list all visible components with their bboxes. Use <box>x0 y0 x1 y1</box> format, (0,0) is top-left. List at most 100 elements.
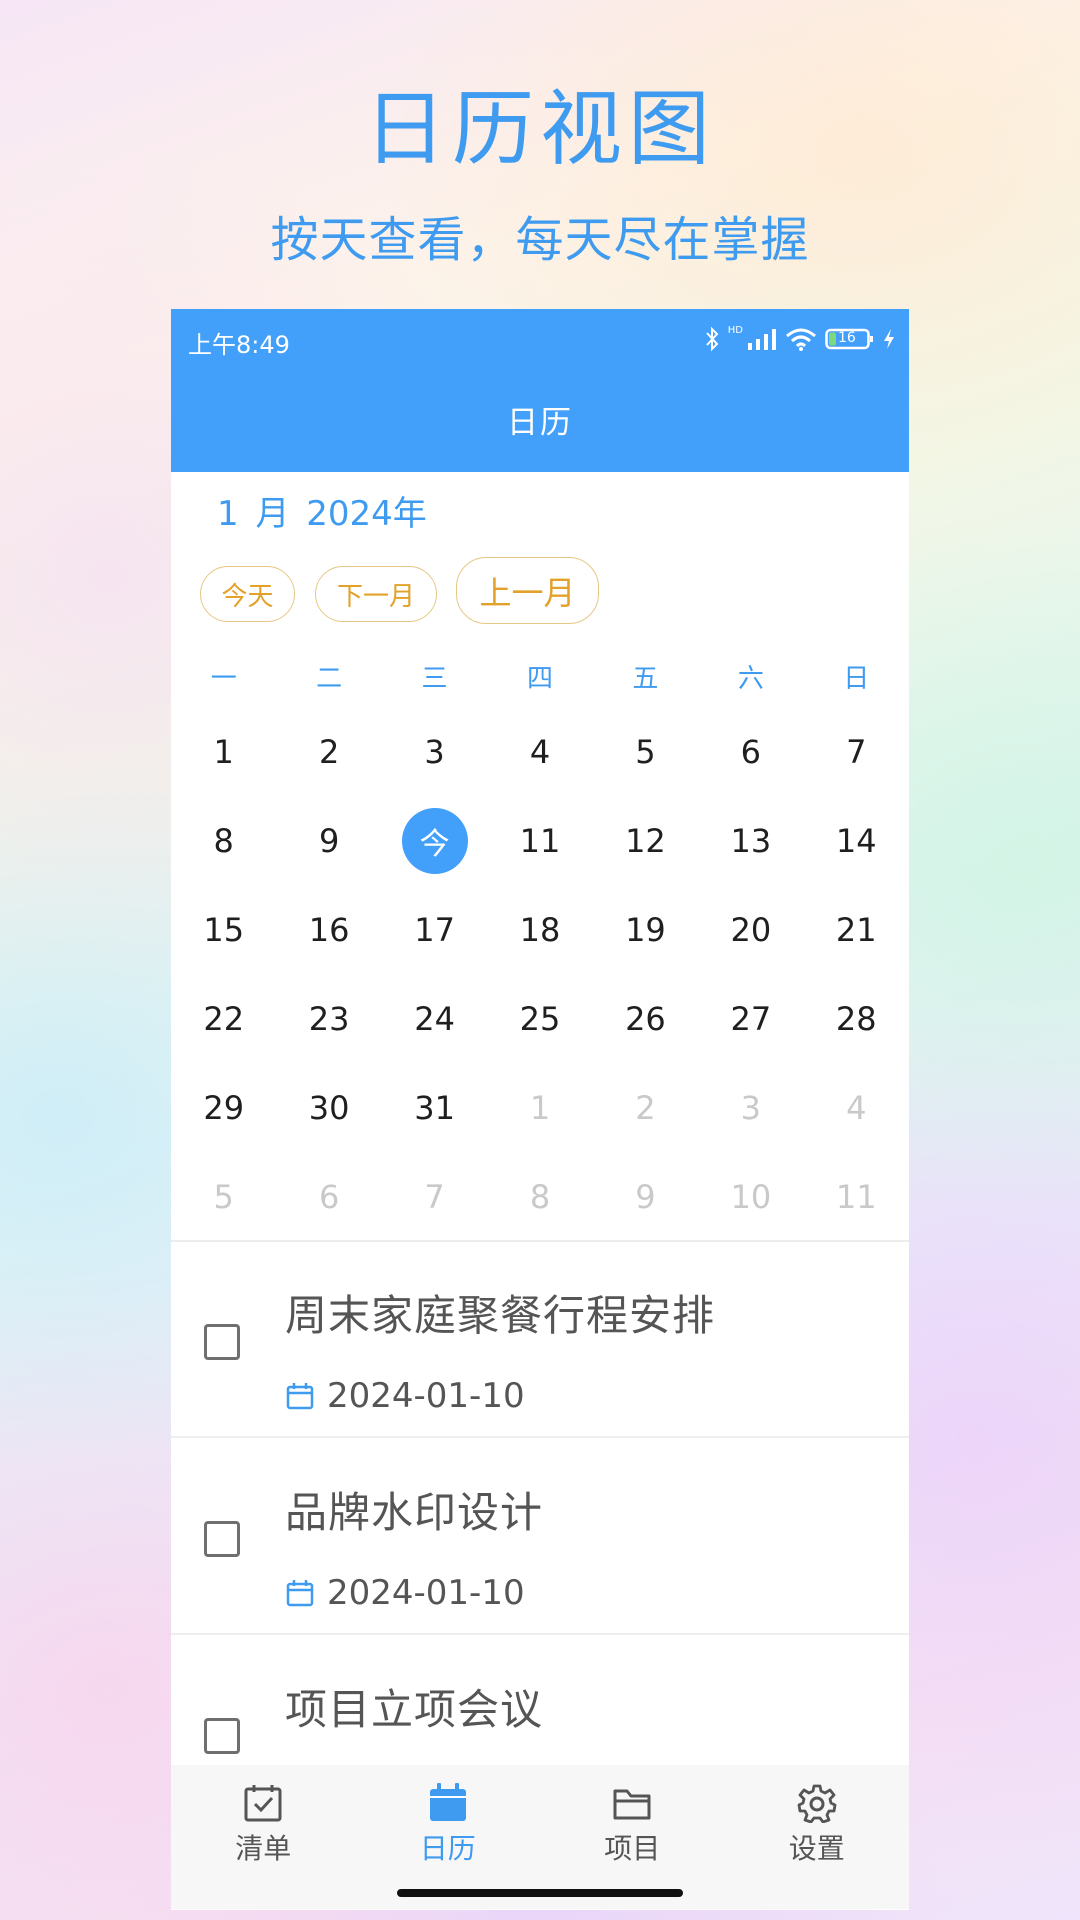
calendar-day[interactable]: 14 <box>804 796 909 885</box>
calendar-day-today[interactable]: 今 <box>382 796 487 885</box>
calendar-day[interactable]: 24 <box>382 974 487 1063</box>
calendar-day[interactable]: 18 <box>487 885 592 974</box>
calendar-day[interactable]: 28 <box>804 974 909 1063</box>
calendar-day-label: 30 <box>308 1088 350 1127</box>
task-date-row: 2024-01-10 <box>285 1376 525 1416</box>
calendar-day[interactable]: 5 <box>593 707 698 796</box>
calendar-day[interactable]: 9 <box>276 796 381 885</box>
calendar-day[interactable]: 6 <box>698 707 803 796</box>
calendar-day[interactable]: 3 <box>698 1063 803 1152</box>
tab-label: 清单 <box>235 1832 292 1865</box>
calendar-day[interactable]: 8 <box>171 796 276 885</box>
task-item[interactable]: 品牌水印设计 2024-01-10 <box>171 1439 909 1635</box>
checklist-icon <box>244 1785 282 1822</box>
wifi-icon <box>786 328 816 351</box>
calendar-day-label: 23 <box>308 999 350 1038</box>
calendar-day[interactable]: 29 <box>171 1063 276 1152</box>
calendar-day[interactable]: 10 <box>698 1152 803 1241</box>
calendar-day[interactable]: 2 <box>276 707 381 796</box>
calendar-day[interactable]: 16 <box>276 885 381 974</box>
calendar-day[interactable]: 5 <box>171 1152 276 1241</box>
tab-calendar[interactable]: 日历 <box>356 1765 541 1909</box>
calendar-day[interactable]: 4 <box>487 707 592 796</box>
task-title: 周末家庭聚餐行程安排 <box>285 1291 716 1340</box>
status-icons: HD 16 <box>704 323 895 355</box>
weekday-label: 日 <box>843 664 870 694</box>
calendar-day[interactable]: 21 <box>804 885 909 974</box>
calendar-day-label: 1 <box>213 732 234 771</box>
task-checkbox[interactable] <box>204 1718 240 1754</box>
calendar-day[interactable]: 25 <box>487 974 592 1063</box>
calendar-day[interactable]: 12 <box>593 796 698 885</box>
tab-settings[interactable]: 设置 <box>725 1765 910 1909</box>
calendar-day[interactable]: 7 <box>382 1152 487 1241</box>
promo-headline: 日历视图 <box>363 82 716 177</box>
calendar-day[interactable]: 26 <box>593 974 698 1063</box>
weekday-label: 四 <box>526 664 553 694</box>
calendar-day[interactable]: 30 <box>276 1063 381 1152</box>
status-time: 上午8:49 <box>188 331 290 359</box>
calendar-day-label: 15 <box>203 910 245 949</box>
tab-label: 日历 <box>419 1832 476 1865</box>
today-button[interactable]: 今天 <box>200 566 295 622</box>
calendar-day-label: 20 <box>730 910 772 949</box>
calendar-day[interactable]: 9 <box>593 1152 698 1241</box>
calendar-day[interactable]: 1 <box>171 707 276 796</box>
tab-checklist[interactable]: 清单 <box>171 1765 356 1909</box>
task-date: 2024-01-10 <box>327 1573 525 1613</box>
calendar-day-label: 27 <box>730 999 772 1038</box>
calendar-day[interactable]: 23 <box>276 974 381 1063</box>
signal-icon <box>748 329 776 350</box>
gear-icon <box>797 1784 837 1823</box>
calendar-day[interactable]: 2 <box>593 1063 698 1152</box>
home-indicator <box>397 1889 683 1897</box>
bottom-tab-bar: 清单 日历 项目 设置 <box>171 1765 909 1909</box>
prev-month-button[interactable]: 上一月 <box>456 557 599 624</box>
calendar-day[interactable]: 15 <box>171 885 276 974</box>
calendar-day-label: 31 <box>414 1088 455 1127</box>
calendar-day[interactable]: 8 <box>487 1152 592 1241</box>
calendar-day-label: 2 <box>635 1088 656 1127</box>
calendar-day[interactable]: 19 <box>593 885 698 974</box>
task-title: 品牌水印设计 <box>285 1488 544 1537</box>
calendar-day[interactable]: 31 <box>382 1063 487 1152</box>
weekday-label: 五 <box>632 664 659 694</box>
folder-icon <box>613 1789 651 1820</box>
calendar-day-label: 7 <box>846 732 867 771</box>
next-month-button[interactable]: 下一月 <box>315 566 437 622</box>
calendar-day[interactable]: 13 <box>698 796 803 885</box>
calendar-day-label: 12 <box>625 821 666 860</box>
calendar-day-label: 5 <box>635 732 656 771</box>
calendar-day-label: 3 <box>740 1088 762 1127</box>
calendar-day[interactable]: 11 <box>487 796 592 885</box>
tab-label: 项目 <box>604 1832 661 1865</box>
tab-projects[interactable]: 项目 <box>540 1765 725 1909</box>
calendar-day-label: 17 <box>414 910 455 949</box>
calendar-day[interactable]: 3 <box>382 707 487 796</box>
calendar-day[interactable]: 11 <box>804 1152 909 1241</box>
calendar-day[interactable]: 17 <box>382 885 487 974</box>
calendar-day-label: 8 <box>529 1177 551 1216</box>
promo-subline: 按天查看，每天尽在掌握 <box>270 212 810 268</box>
calendar-day[interactable]: 6 <box>276 1152 381 1241</box>
calendar-day-label: 6 <box>318 1177 340 1216</box>
calendar-day[interactable]: 22 <box>171 974 276 1063</box>
calendar-day[interactable]: 20 <box>698 885 803 974</box>
calendar-day-label: 2 <box>318 732 340 771</box>
app-header: 上午8:49 HD 16 日历 <box>171 309 909 472</box>
calendar-day-label: 18 <box>519 910 561 949</box>
calendar-day-label: 6 <box>740 732 762 771</box>
calendar-day[interactable]: 1 <box>487 1063 592 1152</box>
calendar-day[interactable]: 4 <box>804 1063 909 1152</box>
month-year-label: 1 月 2024年 <box>217 494 427 534</box>
calendar-day-label: 7 <box>424 1177 445 1216</box>
tab-label: 设置 <box>788 1832 845 1865</box>
task-checkbox[interactable] <box>204 1324 240 1360</box>
calendar-day[interactable]: 27 <box>698 974 803 1063</box>
weekday-label: 六 <box>737 664 764 694</box>
task-item[interactable]: 周末家庭聚餐行程安排 2024-01-10 <box>171 1242 909 1438</box>
calendar-icon <box>429 1783 466 1821</box>
task-checkbox[interactable] <box>204 1521 240 1557</box>
calendar-day-label: 29 <box>203 1088 245 1127</box>
calendar-day[interactable]: 7 <box>804 707 909 796</box>
